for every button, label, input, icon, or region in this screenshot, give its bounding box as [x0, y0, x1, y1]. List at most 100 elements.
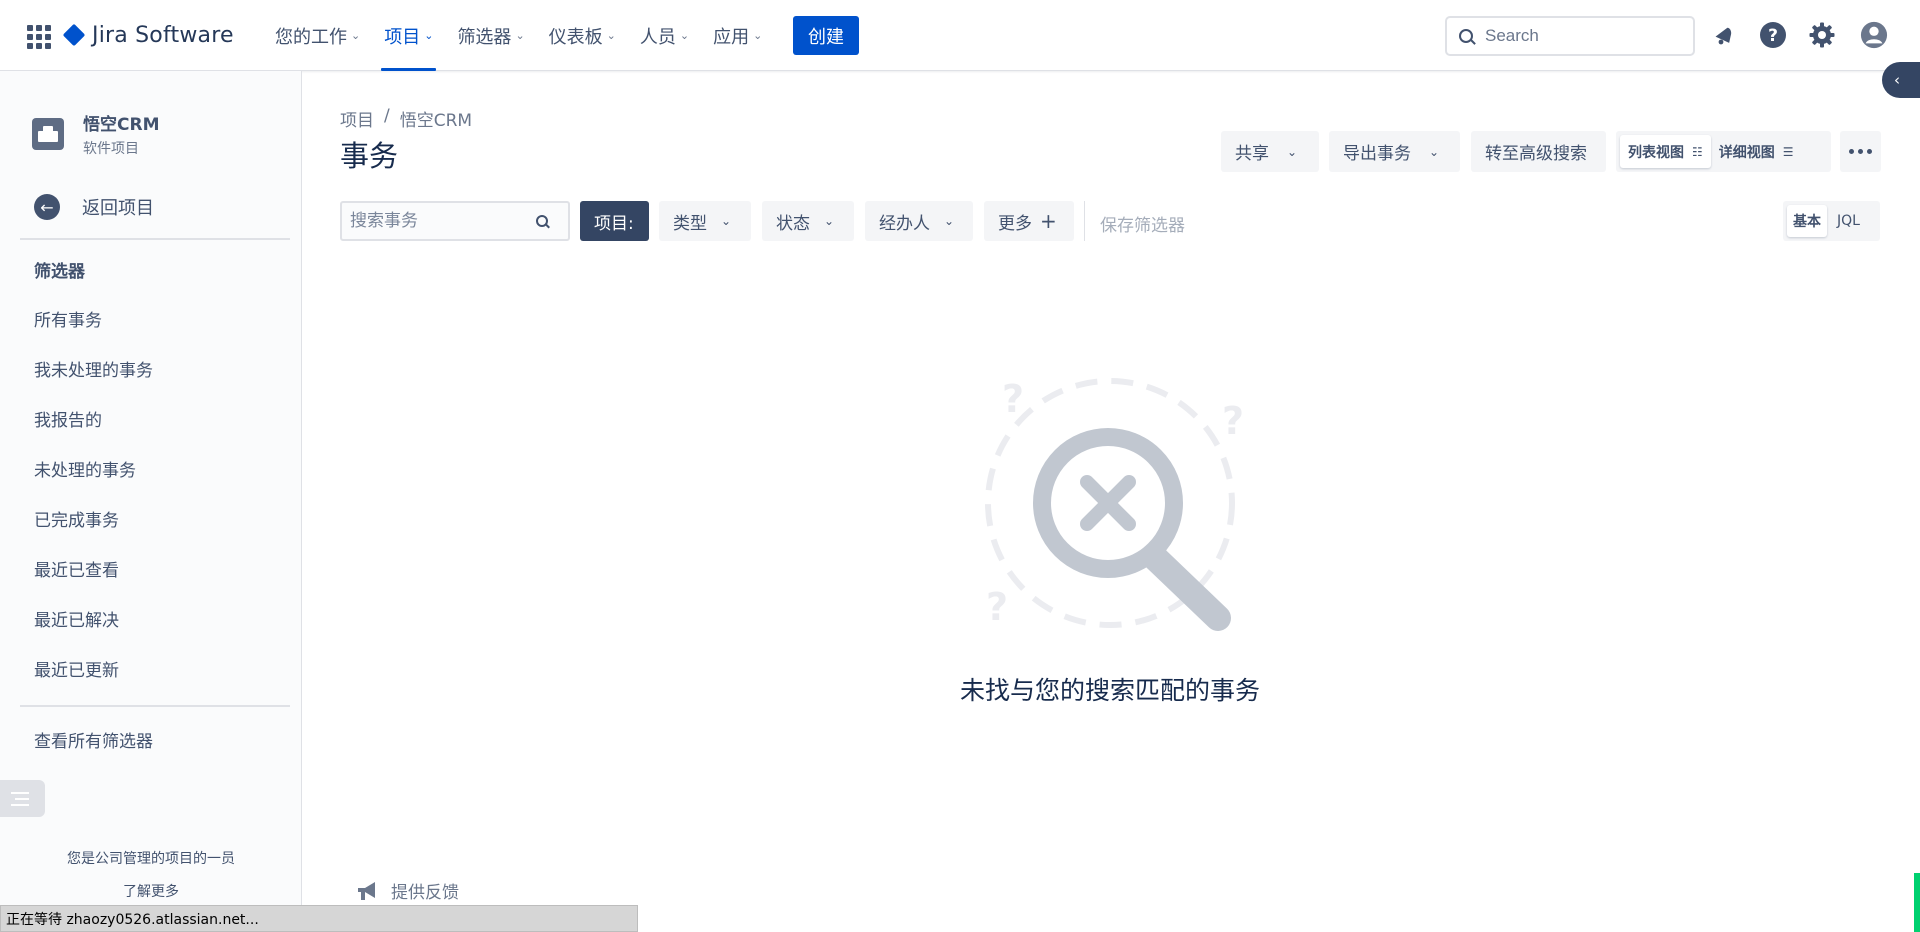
no-results-illustration: ? ? ?	[985, 377, 1244, 631]
list-view-button[interactable]: 列表视图 ☷	[1620, 135, 1711, 168]
settings-icon[interactable]	[1808, 21, 1836, 49]
issue-search[interactable]	[340, 201, 570, 241]
status-filter-label: 状态	[776, 213, 810, 234]
svg-text:?: ?	[1222, 399, 1244, 443]
back-label: 返回项目	[82, 198, 154, 219]
breadcrumb: 项目 / 悟空CRM	[340, 106, 472, 131]
more-filters-label: 更多	[998, 213, 1032, 234]
chevron-down-icon: ⌄	[824, 214, 835, 228]
chevron-down-icon: ⌄	[944, 214, 955, 228]
top-navigation: Jira Software 您的工作 ⌄ 项目 ⌄ 筛选器 ⌄ 仪表板 ⌄ 人员 ⌄ 应用…	[0, 0, 1920, 71]
list-collapse-icon[interactable]	[0, 780, 45, 817]
status-filter-button[interactable]: 状态 ⌄	[762, 201, 854, 241]
assignee-filter-button[interactable]: 经办人 ⌄	[865, 201, 973, 241]
divider	[1084, 201, 1085, 241]
member-notice: 您是公司管理的项目的一员	[67, 851, 235, 867]
chevron-down-icon: ⌄	[606, 29, 616, 42]
filter-resolved-recently[interactable]: 最近已解决	[34, 593, 153, 643]
browser-status-bar: 正在等待 zhaozy0526.atlassian.net...	[0, 905, 638, 932]
basic-mode-button[interactable]: 基本	[1787, 205, 1827, 237]
feedback-button[interactable]: 提供反馈	[355, 878, 459, 903]
nav-label: 应用	[713, 26, 750, 48]
breadcrumb-separator: /	[384, 106, 390, 126]
detail-view-label: 详细视图	[1718, 144, 1775, 161]
export-label: 导出事务	[1343, 144, 1411, 164]
filter-reported-by-me[interactable]: 我报告的	[34, 393, 153, 443]
nav-projects[interactable]: 项目 ⌄	[377, 0, 440, 71]
app-switcher-icon[interactable]	[24, 22, 52, 50]
project-header[interactable]: 悟空CRM 软件项目	[32, 110, 159, 158]
view-all-filters-link[interactable]: 查看所有筛选器	[34, 727, 153, 752]
nav-apps[interactable]: 应用 ⌄	[706, 0, 769, 71]
filter-open-issues[interactable]: 未处理的事务	[34, 443, 153, 493]
brand-name: Jira Software	[92, 22, 234, 48]
jira-diamond-icon	[62, 23, 86, 47]
nav-label: 人员	[639, 26, 676, 48]
breadcrumb-projects[interactable]: 项目	[340, 106, 374, 131]
more-filters-button[interactable]: 更多 +	[984, 201, 1074, 241]
search-mode-toggle: 基本 JQL	[1783, 201, 1880, 241]
create-button[interactable]: 创建	[793, 16, 859, 55]
chevron-down-icon: ⌄	[679, 29, 690, 42]
issue-search-input[interactable]	[350, 211, 530, 231]
primary-nav: 您的工作 ⌄ 项目 ⌄ 筛选器 ⌄ 仪表板 ⌄ 人员 ⌄ 应用 ⌄	[268, 0, 779, 71]
project-avatar-icon	[32, 118, 64, 150]
share-label: 共享	[1235, 144, 1269, 164]
divider	[20, 238, 290, 240]
divider	[20, 705, 290, 707]
project-filter-button[interactable]: 项目:	[580, 201, 649, 241]
filter-viewed-recently[interactable]: 最近已查看	[34, 543, 153, 593]
svg-text:?: ?	[986, 585, 1008, 629]
type-filter-label: 类型	[673, 213, 707, 234]
global-search[interactable]	[1445, 16, 1695, 56]
save-filter-button[interactable]: 保存筛选器	[1100, 211, 1185, 236]
filter-done-issues[interactable]: 已完成事务	[34, 493, 153, 543]
filter-list: 所有事务 我未处理的事务 我报告的 未处理的事务 已完成事务 最近已查看 最近已…	[34, 293, 153, 693]
help-icon[interactable]: ?	[1759, 21, 1787, 49]
nav-label: 筛选器	[457, 26, 512, 48]
project-name: 悟空CRM	[83, 115, 160, 135]
page-title: 事务	[340, 139, 399, 173]
jql-mode-button[interactable]: JQL	[1831, 205, 1866, 237]
nav-people[interactable]: 人员 ⌄	[633, 0, 696, 71]
notifications-icon[interactable]	[1710, 21, 1738, 49]
jira-logo[interactable]: Jira Software	[62, 20, 234, 50]
window-edge	[1914, 873, 1920, 932]
nav-dashboards[interactable]: 仪表板 ⌄	[542, 0, 623, 71]
breadcrumb-project[interactable]: 悟空CRM	[400, 106, 472, 131]
share-button[interactable]: 共享 ⌄	[1221, 131, 1319, 172]
list-view-label: 列表视图	[1628, 144, 1684, 161]
nav-filters[interactable]: 筛选器 ⌄	[450, 0, 531, 71]
filter-all-issues[interactable]: 所有事务	[34, 293, 153, 343]
filter-updated-recently[interactable]: 最近已更新	[34, 643, 153, 693]
arrow-left-icon: ←	[34, 194, 60, 220]
assignee-filter-label: 经办人	[879, 213, 930, 234]
svg-text:?: ?	[1768, 26, 1778, 46]
plus-icon: +	[1040, 209, 1057, 233]
filter-my-open-issues[interactable]: 我未处理的事务	[34, 343, 153, 393]
search-icon	[536, 215, 548, 227]
nav-label: 您的工作	[275, 26, 347, 48]
chevron-down-icon: ⌄	[1429, 144, 1440, 159]
chevron-left-icon[interactable]: ‹	[1882, 62, 1920, 98]
more-actions-icon[interactable]	[1840, 131, 1881, 172]
profile-icon[interactable]	[1860, 21, 1888, 49]
megaphone-icon	[358, 881, 375, 900]
export-issues-button[interactable]: 导出事务 ⌄	[1329, 131, 1460, 172]
chevron-down-icon: ⌄	[351, 29, 361, 42]
list-icon: ☷	[1692, 144, 1703, 159]
detail-view-button[interactable]: 详细视图 ☰	[1711, 135, 1802, 168]
advanced-search-button[interactable]: 转至高级搜索	[1471, 131, 1606, 172]
detail-view-icon: ☰	[1782, 144, 1794, 159]
empty-state-message: 未找与您的搜索匹配的事务	[959, 676, 1260, 705]
type-filter-button[interactable]: 类型 ⌄	[659, 201, 751, 241]
global-search-input[interactable]	[1485, 26, 1685, 46]
learn-more-link[interactable]: 了解更多	[0, 881, 302, 901]
chevron-down-icon: ⌄	[515, 29, 525, 42]
nav-label: 项目	[384, 26, 421, 48]
project-sidebar: 悟空CRM 软件项目 ← 返回项目 筛选器 所有事务 我未处理的事务 我报告的 …	[0, 71, 302, 932]
nav-your-work[interactable]: 您的工作 ⌄	[268, 0, 367, 71]
back-to-projects[interactable]: ← 返回项目	[34, 194, 154, 220]
view-toggle: 列表视图 ☷ 详细视图 ☰	[1616, 131, 1831, 172]
search-icon	[1459, 29, 1473, 43]
